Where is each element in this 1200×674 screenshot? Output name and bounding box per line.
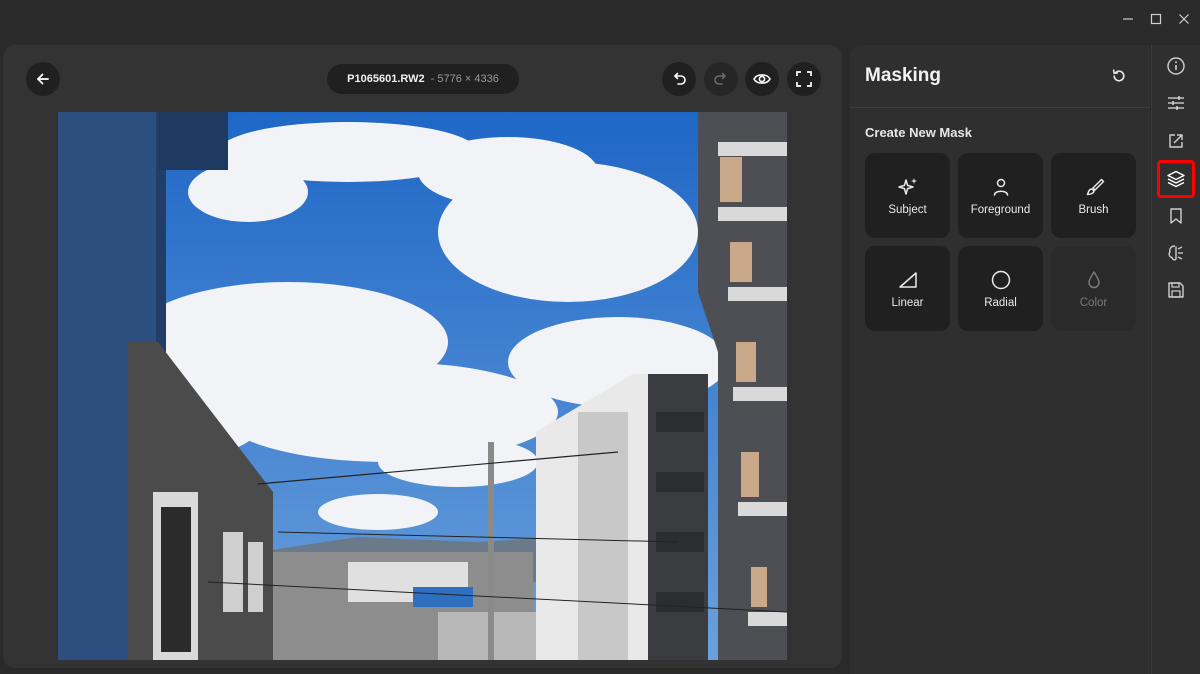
image-viewer: P1065601.RW2 - 5776 × 4336 — [3, 45, 842, 668]
redo-button[interactable] — [704, 62, 738, 96]
ai-button[interactable] — [1160, 237, 1192, 269]
brush-mask-button[interactable]: Brush — [1051, 153, 1136, 238]
circle-icon — [991, 270, 1010, 289]
panel-title: Masking — [865, 65, 942, 86]
foreground-mask-button[interactable]: Foreground — [958, 153, 1043, 238]
mask-tools-grid: Subject Foreground Brush Linear Radial C… — [865, 153, 1136, 331]
sliders-icon — [1168, 96, 1184, 110]
redo-icon — [714, 72, 726, 85]
info-button[interactable] — [1160, 50, 1192, 82]
title-bar — [0, 0, 1200, 38]
minimize-icon[interactable] — [1117, 8, 1139, 30]
close-icon[interactable] — [1173, 8, 1195, 30]
sparkles-icon — [897, 177, 917, 195]
foreground-label: Foreground — [970, 203, 1031, 216]
maximize-icon[interactable] — [1145, 8, 1167, 30]
file-name: P1065601.RW2 — [347, 73, 425, 85]
back-button[interactable] — [26, 62, 60, 96]
subject-label: Subject — [888, 203, 927, 216]
photo-image — [58, 112, 787, 660]
undo-icon — [674, 72, 686, 85]
brush-label: Brush — [1078, 203, 1109, 216]
radial-label: Radial — [984, 296, 1017, 309]
file-dimensions: - 5776 × 4336 — [430, 73, 499, 85]
color-label: Color — [1079, 296, 1108, 309]
color-mask-button[interactable]: Color — [1051, 246, 1136, 331]
preview-toggle-button[interactable] — [745, 62, 779, 96]
info-icon — [1167, 57, 1185, 75]
fullscreen-button[interactable] — [787, 62, 821, 96]
undo-button[interactable] — [662, 62, 696, 96]
reset-icon — [1112, 69, 1125, 82]
export-button[interactable] — [1160, 125, 1192, 157]
ai-brain-icon — [1168, 245, 1183, 261]
adjustments-button[interactable] — [1160, 87, 1192, 119]
linear-label: Linear — [891, 296, 924, 309]
section-title: Create New Mask — [865, 125, 972, 140]
bookmark-button[interactable] — [1160, 200, 1192, 232]
back-arrow-icon — [37, 73, 49, 85]
masking-layers-button[interactable] — [1157, 160, 1195, 198]
linear-mask-button[interactable]: Linear — [865, 246, 950, 331]
subject-mask-button[interactable]: Subject — [865, 153, 950, 238]
masking-panel: Masking Create New Mask Subject Foregrou… — [850, 45, 1150, 674]
eye-icon — [753, 74, 771, 84]
save-button[interactable] — [1160, 274, 1192, 306]
layers-icon — [1167, 170, 1185, 188]
tool-rail — [1151, 45, 1200, 674]
fullscreen-icon — [796, 71, 812, 87]
reset-button[interactable] — [1108, 65, 1130, 87]
file-info: P1065601.RW2 - 5776 × 4336 — [327, 64, 519, 94]
brush-icon — [1086, 178, 1104, 195]
panel-header: Masking — [850, 45, 1150, 108]
linear-gradient-icon — [898, 271, 917, 288]
save-icon — [1168, 282, 1184, 298]
bookmark-icon — [1170, 208, 1182, 224]
photo-canvas[interactable] — [58, 112, 787, 660]
export-icon — [1169, 134, 1183, 148]
person-icon — [993, 178, 1008, 196]
droplet-icon — [1087, 270, 1100, 288]
radial-mask-button[interactable]: Radial — [958, 246, 1043, 331]
